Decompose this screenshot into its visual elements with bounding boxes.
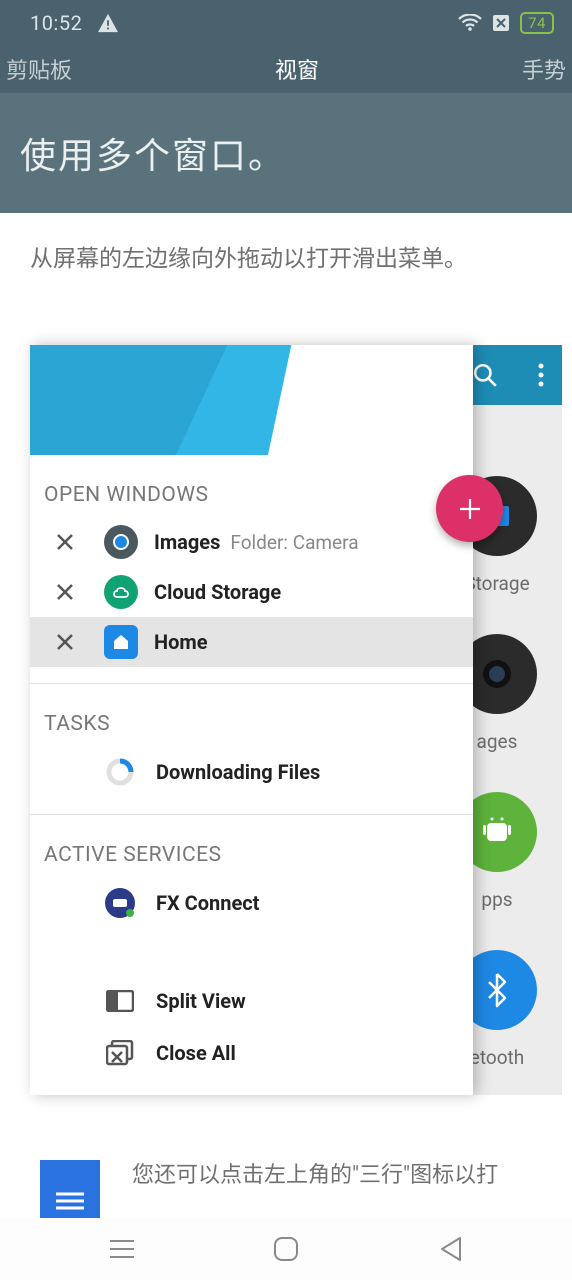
grid-item-label: etooth [470, 1046, 524, 1069]
split-view-button[interactable]: Split View [30, 975, 473, 1027]
overflow-menu-icon[interactable] [538, 363, 544, 387]
back-button[interactable] [433, 1232, 467, 1266]
close-all-label: Close All [156, 1041, 236, 1065]
tasks-title: TASKS [30, 684, 473, 746]
fx-connect-icon [104, 887, 136, 919]
close-icon[interactable] [46, 573, 84, 611]
task-row-downloading[interactable]: Downloading Files [30, 746, 473, 798]
open-windows-title: OPEN WINDOWS [30, 455, 473, 517]
camera-icon [104, 525, 138, 559]
drawer-header: fx [30, 345, 473, 455]
hint-block: 您还可以点击左上角的"三行"图标以打 [40, 1160, 542, 1218]
hint-text: 您还可以点击左上角的"三行"图标以打 [132, 1160, 498, 1218]
window-label: Cloud Storage [154, 580, 281, 604]
grid-item-label: Storage [464, 572, 529, 595]
hero-title: 使用多个窗口。 [20, 127, 286, 179]
recents-button[interactable] [105, 1232, 139, 1266]
service-label: FX Connect [156, 891, 259, 915]
active-services-title: ACTIVE SERVICES [30, 815, 473, 877]
tab-clipboard[interactable]: 剪贴板 [6, 53, 72, 85]
hero-banner: 使用多个窗口。 [0, 93, 572, 213]
fx-logo: fx [418, 394, 458, 455]
grid-item-label: pps [481, 888, 512, 911]
intro-text: 从屏幕的左边缘向外拖动以打开滑出菜单。 [30, 243, 542, 275]
close-icon[interactable] [46, 523, 84, 561]
status-time: 10:52 [30, 11, 82, 35]
preview-screenshot: Storage ages pps etooth [30, 345, 562, 1095]
window-row-images[interactable]: Images Folder: Camera [30, 517, 473, 567]
hamburger-icon [40, 1160, 100, 1218]
split-view-icon [104, 985, 136, 1017]
tutorial-tab-bar: 剪贴板 视窗 手势 [0, 45, 572, 93]
close-all-button[interactable]: Close All [30, 1027, 473, 1079]
tab-gestures[interactable]: 手势 [522, 53, 566, 85]
close-icon[interactable] [46, 623, 84, 661]
tab-windows[interactable]: 视窗 [275, 53, 319, 85]
system-nav-bar [0, 1218, 572, 1280]
grid-item-label: ages [477, 730, 518, 753]
window-sublabel: Folder: Camera [230, 531, 358, 554]
sim-icon [492, 14, 510, 32]
fab-add-button[interactable] [436, 475, 503, 542]
home-button[interactable] [269, 1232, 303, 1266]
warning-icon [97, 13, 119, 33]
home-icon [104, 625, 138, 659]
task-label: Downloading Files [156, 760, 320, 784]
spinner-icon [104, 756, 136, 788]
service-row-fxconnect[interactable]: FX Connect [30, 877, 473, 929]
wifi-icon [458, 14, 482, 32]
window-label: Home [154, 630, 208, 654]
window-label: Images [154, 530, 220, 554]
window-row-home[interactable]: Home [30, 617, 473, 667]
status-bar: 10:52 74 [0, 0, 572, 45]
split-view-label: Split View [156, 989, 246, 1013]
slide-out-drawer: fx OPEN WINDOWS Images Folder: Camera Cl… [30, 345, 473, 1095]
battery-indicator: 74 [520, 12, 554, 34]
search-icon[interactable] [472, 362, 498, 388]
window-row-cloud[interactable]: Cloud Storage [30, 567, 473, 617]
cloud-icon [104, 575, 138, 609]
close-all-icon [104, 1037, 136, 1069]
